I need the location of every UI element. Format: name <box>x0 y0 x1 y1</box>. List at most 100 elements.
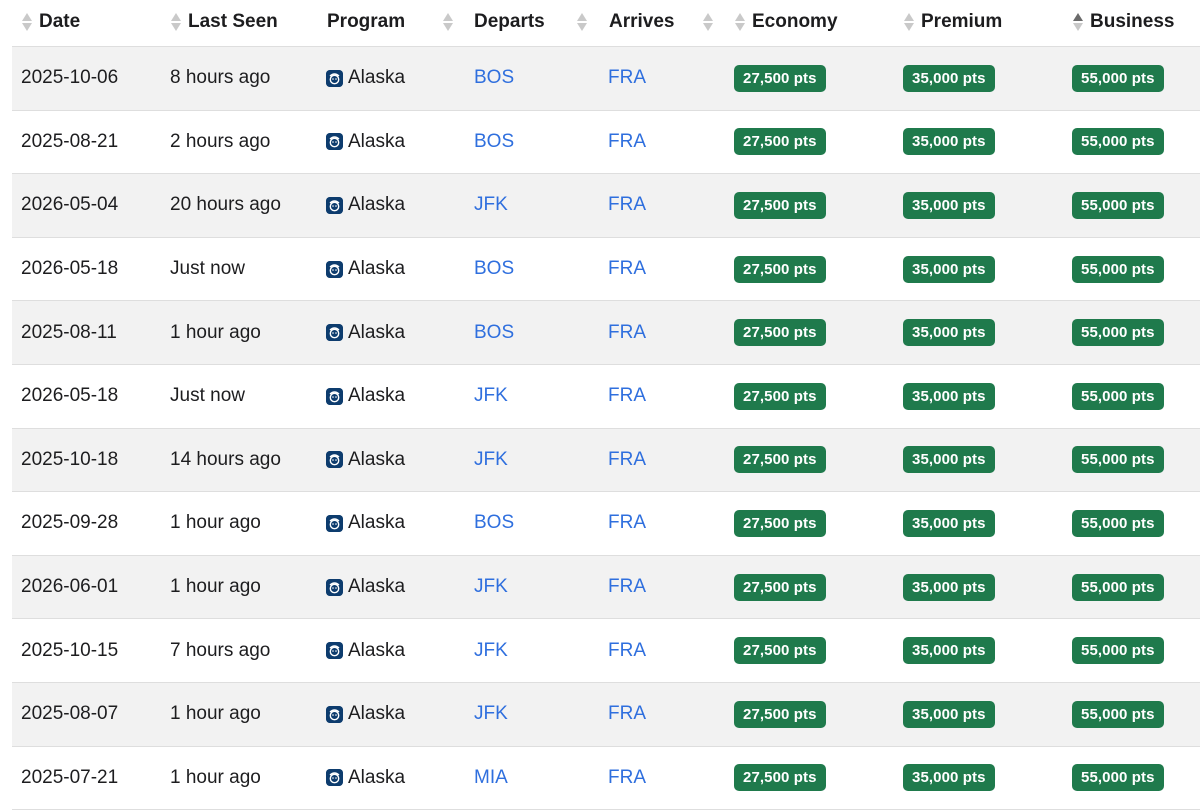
arrives-airport-link[interactable]: FRA <box>608 194 646 216</box>
premium-points-badge[interactable]: 35,000 pts <box>903 319 995 347</box>
departs-airport-link[interactable]: JFK <box>474 576 508 598</box>
sort-arrows-icon[interactable] <box>442 11 454 33</box>
arrives-airport-link[interactable]: FRA <box>608 512 646 534</box>
sort-arrows-icon[interactable] <box>734 11 746 33</box>
business-points-badge[interactable]: 55,000 pts <box>1072 700 1164 728</box>
business-cell: 55,000 pts <box>1072 301 1164 364</box>
departs-airport-link[interactable]: BOS <box>474 131 514 153</box>
column-header-premium[interactable]: Premium <box>903 0 1002 45</box>
arrives-airport-link[interactable]: FRA <box>608 576 646 598</box>
business-points-badge[interactable]: 55,000 pts <box>1072 637 1164 665</box>
arrives-airport-link[interactable]: FRA <box>608 322 646 344</box>
business-points-badge[interactable]: 55,000 pts <box>1072 573 1164 601</box>
economy-points-badge[interactable]: 27,500 pts <box>734 382 826 410</box>
table-row[interactable]: 2025-08-11 1 hour ago Alaska BOS FRA 27,… <box>12 301 1200 365</box>
sort-arrows-icon[interactable] <box>903 11 915 33</box>
arrives-airport-link[interactable]: FRA <box>608 640 646 662</box>
table-row[interactable]: 2026-05-18 Just now Alaska JFK FRA 27,50… <box>12 365 1200 429</box>
arrives-airport-link[interactable]: FRA <box>608 703 646 725</box>
column-header-departs-sort[interactable] <box>576 0 594 45</box>
departs-airport-link[interactable]: BOS <box>474 322 514 344</box>
sort-ascending-icon[interactable] <box>1072 11 1084 33</box>
departs-airport-link[interactable]: JFK <box>474 640 508 662</box>
column-header-departs[interactable]: Departs <box>474 0 545 45</box>
economy-points-badge[interactable]: 27,500 pts <box>734 128 826 156</box>
economy-points-badge[interactable]: 27,500 pts <box>734 191 826 219</box>
business-points-badge[interactable]: 55,000 pts <box>1072 128 1164 156</box>
column-header-arrives[interactable]: Arrives <box>609 0 675 45</box>
table-row[interactable]: 2025-08-21 2 hours ago Alaska BOS FRA 27… <box>12 111 1200 175</box>
premium-points-badge[interactable]: 35,000 pts <box>903 64 995 92</box>
business-points-badge[interactable]: 55,000 pts <box>1072 255 1164 283</box>
arrives-airport-link[interactable]: FRA <box>608 258 646 280</box>
departs-airport-link[interactable]: BOS <box>474 67 514 89</box>
premium-points-badge[interactable]: 35,000 pts <box>903 700 995 728</box>
column-header-last-seen[interactable]: Last Seen <box>170 0 278 45</box>
table-row[interactable]: 2026-05-18 Just now Alaska BOS FRA 27,50… <box>12 238 1200 302</box>
table-row[interactable]: 2026-05-04 20 hours ago Alaska JFK FRA 2… <box>12 174 1200 238</box>
economy-points-badge[interactable]: 27,500 pts <box>734 64 826 92</box>
premium-points-badge[interactable]: 35,000 pts <box>903 446 995 474</box>
business-points-badge[interactable]: 55,000 pts <box>1072 64 1164 92</box>
table-row[interactable]: 2025-09-28 1 hour ago Alaska BOS FRA 27,… <box>12 492 1200 556</box>
arrives-airport-link[interactable]: FRA <box>608 131 646 153</box>
premium-points-badge[interactable]: 35,000 pts <box>903 255 995 283</box>
business-points-badge[interactable]: 55,000 pts <box>1072 446 1164 474</box>
departs-airport-link[interactable]: BOS <box>474 258 514 280</box>
departs-airport-link[interactable]: JFK <box>474 194 508 216</box>
departs-airport-link[interactable]: JFK <box>474 385 508 407</box>
last-seen-cell: 1 hour ago <box>170 512 261 534</box>
table-row[interactable]: 2025-07-21 1 hour ago Alaska MIA FRA 27,… <box>12 747 1200 811</box>
arrives-airport-link[interactable]: FRA <box>608 67 646 89</box>
business-cell: 55,000 pts <box>1072 492 1164 555</box>
premium-points-badge[interactable]: 35,000 pts <box>903 764 995 792</box>
column-header-business[interactable]: Business <box>1072 0 1174 45</box>
arrives-airport-link[interactable]: FRA <box>608 385 646 407</box>
column-header-economy[interactable]: Economy <box>734 0 838 45</box>
table-row[interactable]: 2025-08-07 1 hour ago Alaska JFK FRA 27,… <box>12 682 1200 747</box>
premium-points-badge[interactable]: 35,000 pts <box>903 191 995 219</box>
business-points-badge[interactable]: 55,000 pts <box>1072 382 1164 410</box>
date-cell: 2025-10-18 <box>21 448 119 470</box>
column-header-program-sort[interactable] <box>442 0 460 45</box>
premium-points-badge[interactable]: 35,000 pts <box>903 128 995 156</box>
sort-arrows-icon[interactable] <box>702 11 714 33</box>
sort-arrows-icon[interactable] <box>21 11 33 33</box>
economy-points-badge[interactable]: 27,500 pts <box>734 446 826 474</box>
table-row[interactable]: 2025-10-15 7 hours ago Alaska JFK FRA 27… <box>12 619 1200 683</box>
economy-points-badge[interactable]: 27,500 pts <box>734 573 826 601</box>
table-row[interactable]: 2025-10-18 14 hours ago Alaska JFK FRA 2… <box>12 428 1200 493</box>
economy-points-badge[interactable]: 27,500 pts <box>734 700 826 728</box>
departs-airport-link[interactable]: JFK <box>474 703 508 725</box>
business-points-badge[interactable]: 55,000 pts <box>1072 319 1164 347</box>
economy-points-badge[interactable]: 27,500 pts <box>734 509 826 537</box>
premium-points-badge[interactable]: 35,000 pts <box>903 573 995 601</box>
premium-points-badge[interactable]: 35,000 pts <box>903 509 995 537</box>
departs-airport-link[interactable]: JFK <box>474 449 508 471</box>
business-cell: 55,000 pts <box>1072 683 1164 746</box>
business-points-badge[interactable]: 55,000 pts <box>1072 509 1164 537</box>
sort-arrows-icon[interactable] <box>576 11 588 33</box>
business-cell: 55,000 pts <box>1072 365 1164 428</box>
table-row[interactable]: 2025-10-06 8 hours ago Alaska BOS FRA 27… <box>12 47 1200 111</box>
business-points-badge[interactable]: 55,000 pts <box>1072 191 1164 219</box>
economy-points-badge[interactable]: 27,500 pts <box>734 255 826 283</box>
table-row[interactable]: 2026-06-01 1 hour ago Alaska JFK FRA 27,… <box>12 555 1200 620</box>
column-header-date[interactable]: Date <box>21 0 80 45</box>
economy-points-badge[interactable]: 27,500 pts <box>734 764 826 792</box>
column-header-program[interactable]: Program <box>327 0 405 45</box>
premium-cell: 35,000 pts <box>903 429 995 492</box>
arrives-airport-link[interactable]: FRA <box>608 449 646 471</box>
departs-airport-link[interactable]: MIA <box>474 767 508 789</box>
premium-points-badge[interactable]: 35,000 pts <box>903 382 995 410</box>
arrives-airport-link[interactable]: FRA <box>608 767 646 789</box>
departs-airport-link[interactable]: BOS <box>474 512 514 534</box>
last-seen-cell: 1 hour ago <box>170 321 261 343</box>
economy-points-badge[interactable]: 27,500 pts <box>734 319 826 347</box>
sort-arrows-icon[interactable] <box>170 11 182 33</box>
business-points-badge[interactable]: 55,000 pts <box>1072 764 1164 792</box>
economy-points-badge[interactable]: 27,500 pts <box>734 637 826 665</box>
arrives-cell: FRA <box>608 747 646 810</box>
column-header-arrives-sort[interactable] <box>702 0 720 45</box>
premium-points-badge[interactable]: 35,000 pts <box>903 637 995 665</box>
